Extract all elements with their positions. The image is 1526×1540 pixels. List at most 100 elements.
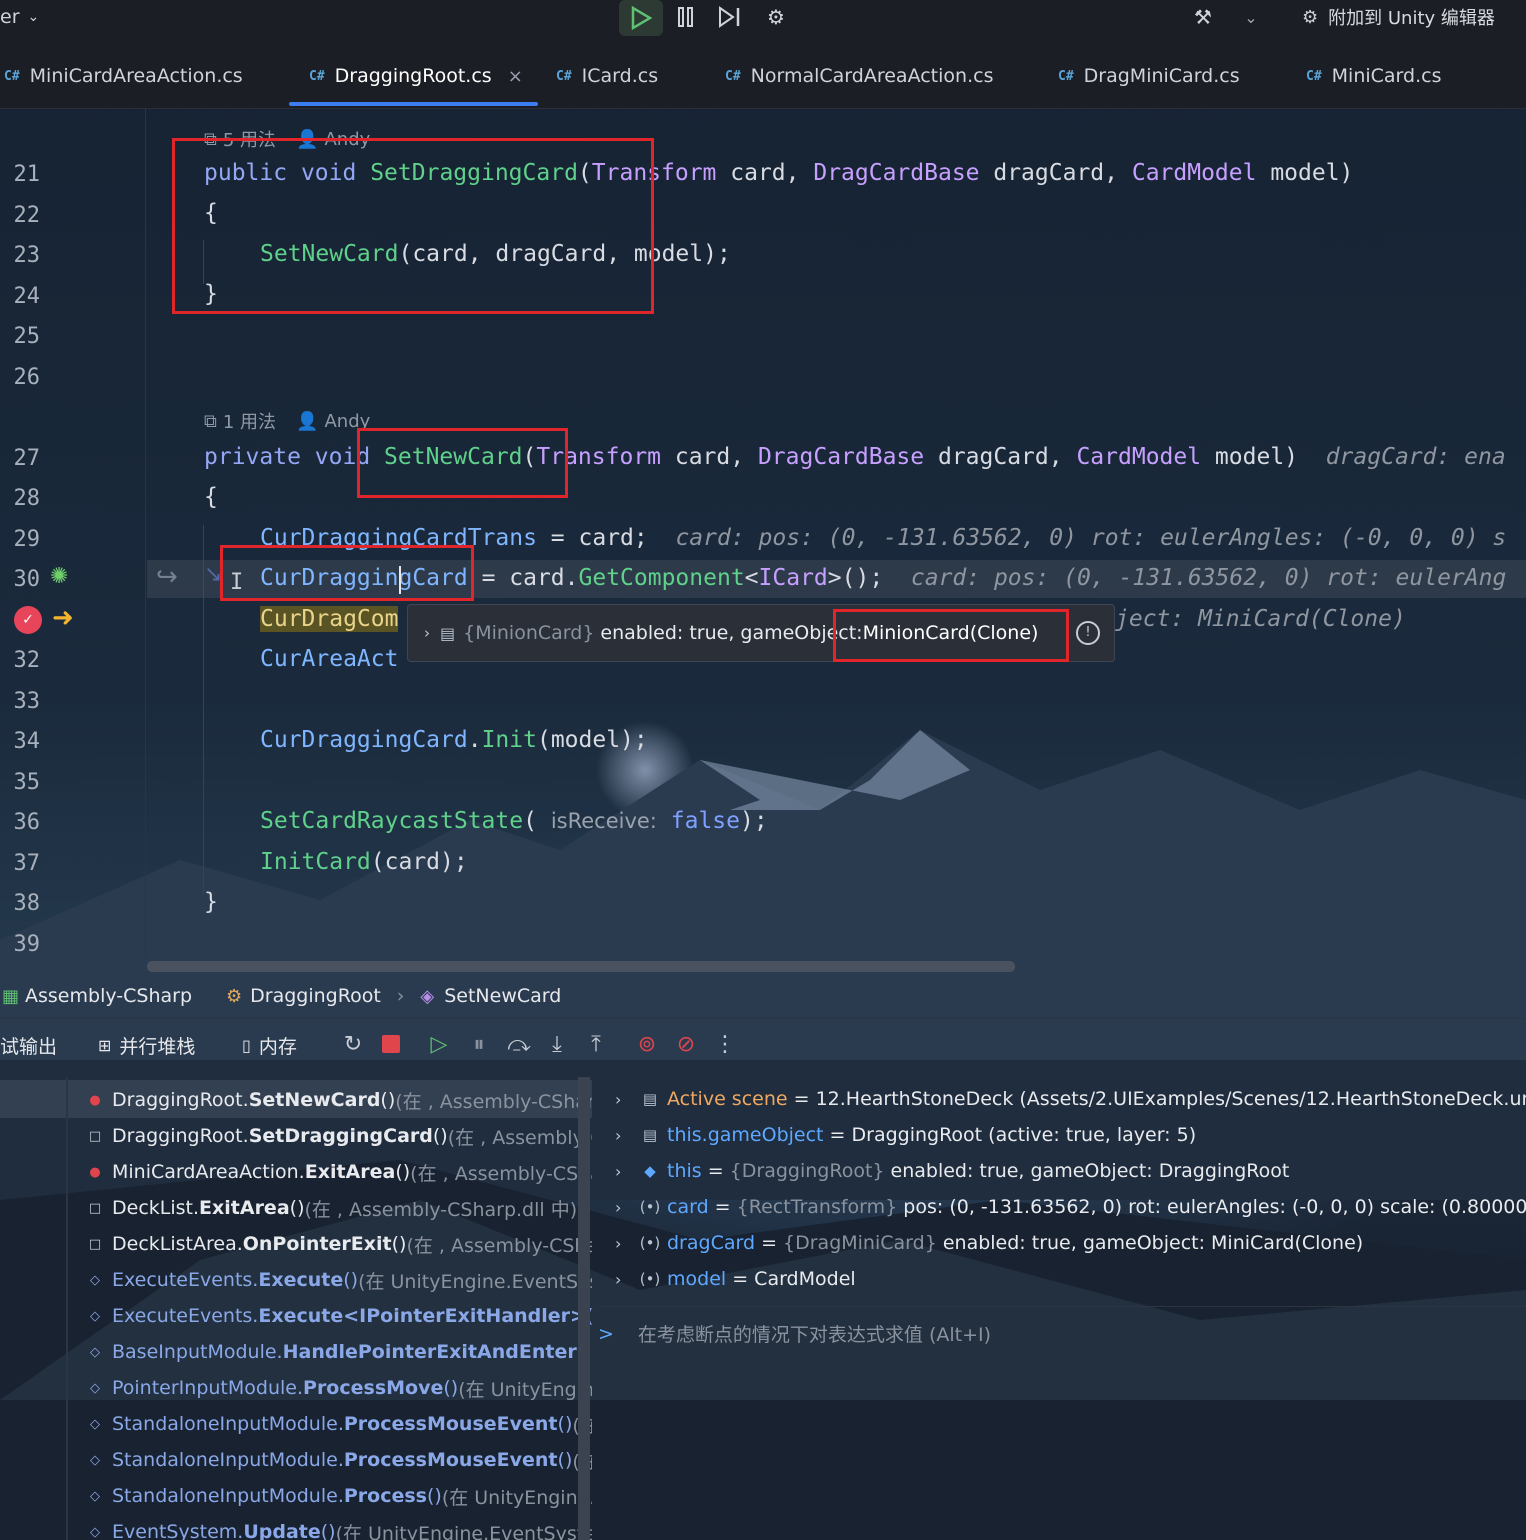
memory-tab[interactable]: ▯ 内存 — [242, 1032, 297, 1059]
stack-frame[interactable]: □ DeckList. ExitArea() (在 , Assembly-CShar… — [88, 1191, 577, 1225]
line-number: 36 — [13, 810, 41, 835]
variable-row[interactable]: › (•) card = {RectTransform} pos: (0, -131… — [615, 1190, 1526, 1224]
debug-bug-icon[interactable]: ✺ — [50, 564, 78, 592]
code-line-36[interactable]: SetCardRaycastState( isReceive: false); — [260, 808, 768, 834]
build-button[interactable]: ⚒ — [1190, 0, 1216, 34]
step-over-button[interactable]: ⤼ — [506, 1026, 532, 1062]
frame-external-code-icon: ◇ — [90, 1308, 100, 1324]
step-over-icon: ⤼ — [507, 1031, 531, 1057]
resume-program-button[interactable]: ▷ — [426, 1026, 452, 1062]
tab-icard[interactable]: C# ICard.cs — [556, 44, 658, 108]
parallel-stacks-tab[interactable]: ⊞ 并行堆栈 — [98, 1032, 195, 1059]
variable-type: {DragMiniCard} — [783, 1232, 937, 1254]
line-number: 38 — [13, 891, 41, 916]
pause-program-button[interactable]: ⏸ — [468, 1026, 490, 1062]
tab-label: MiniCardAreaAction.cs — [29, 65, 243, 87]
frame-class: StandaloneInputModule. — [112, 1413, 344, 1435]
stack-frame[interactable]: ● MiniCardAreaAction. ExitArea() (在 , Asse… — [88, 1155, 592, 1189]
stack-frame[interactable]: ● DraggingRoot. SetNewCard() (在 , Assembly… — [88, 1083, 592, 1117]
stack-frame[interactable]: □ DeckListArea. OnPointerExit() (在 , Assem… — [88, 1227, 592, 1261]
evaluate-expression-input[interactable]: > 在考虑断点的情况下对表达式求值 (Alt+I) — [598, 1320, 991, 1347]
stack-frame[interactable]: ◇ StandaloneInputModule. ProcessMouseEvent… — [88, 1443, 592, 1477]
tab-minicardareaaction[interactable]: C# MiniCardAreaAction.cs — [4, 44, 243, 108]
debug-output-tab[interactable]: 试输出 — [0, 1032, 57, 1059]
variable-value: DraggingRoot (active: true, layer: 5) — [851, 1124, 1197, 1146]
tab-label: NormalCardAreaAction.cs — [750, 65, 994, 87]
code-line-28[interactable]: { — [204, 484, 218, 510]
frame-args: () — [432, 1125, 448, 1147]
annotation-box-setnewcard — [357, 428, 568, 498]
csharp-file-icon: C# — [556, 68, 572, 84]
stack-frame[interactable]: ◇ PointerInputModule. ProcessMove() (在 Uni… — [88, 1371, 592, 1405]
tab-minicard[interactable]: C# MiniCard.cs — [1306, 44, 1441, 108]
variable-type: {DraggingRoot} — [729, 1160, 885, 1182]
more-options-button[interactable]: ⋮ — [714, 1026, 736, 1062]
stack-frame[interactable]: ◇ EventSystem. Update() (在 UnityEngine.Eve… — [88, 1515, 592, 1540]
frame-method: ProcessMove — [303, 1377, 444, 1399]
frame-breakpoint-icon: ● — [89, 1164, 101, 1180]
tab-draggingroot[interactable]: C# DraggingRoot.cs × — [309, 44, 523, 108]
stack-frame[interactable]: ◇ ExecuteEvents. Execute() (在 UnityEngine.… — [88, 1263, 592, 1297]
variable-row[interactable]: › ◆ this = {DraggingRoot} enabled: true, g… — [615, 1154, 1289, 1188]
code-line-32[interactable]: CurAreaAct — [260, 646, 398, 672]
rerun-button[interactable]: ↻ — [340, 1026, 366, 1062]
annotation-box-setdraggingcard — [172, 138, 654, 314]
resume-button[interactable] — [619, 0, 663, 36]
expand-chevron-icon[interactable]: › — [615, 1090, 637, 1109]
line-number: 35 — [13, 770, 41, 795]
tab-dragminicard[interactable]: C# DragMiniCard.cs — [1058, 44, 1240, 108]
code-line-38[interactable]: } — [204, 889, 218, 915]
frame-args: () — [380, 1089, 396, 1111]
this-icon: ◆ — [644, 1162, 656, 1180]
expand-chevron-icon[interactable]: › — [615, 1198, 637, 1217]
variable-row[interactable]: › (•) model = CardModel — [615, 1262, 856, 1296]
expand-chevron-icon[interactable]: › — [615, 1162, 637, 1181]
more-dropdown-button[interactable]: ⌄ — [1240, 0, 1262, 34]
code-line-31-partial[interactable]: CurDragCom — [260, 606, 399, 632]
expand-chevron-icon[interactable]: › — [424, 624, 430, 642]
horizontal-scrollbar[interactable] — [147, 961, 1015, 972]
breadcrumb-assembly[interactable]: Assembly-CSharp — [25, 985, 192, 1007]
line-number: 21 — [13, 162, 41, 187]
mute-breakpoints-button[interactable]: ⊘ — [674, 1026, 698, 1062]
variable-row[interactable]: › ▤ this.gameObject = DraggingRoot (active… — [615, 1118, 1196, 1152]
play-icon — [631, 6, 652, 30]
tab-normalcardareaaction[interactable]: C# NormalCardAreaAction.cs — [725, 44, 993, 108]
frame-location: (在 , Assembly-CSha — [410, 1162, 592, 1185]
inline-debug-value: card: pos: (0, -131.63562, 0) rot: euler… — [675, 525, 1507, 551]
code-line-34[interactable]: CurDraggingCard.Init(model); — [260, 727, 648, 753]
frame-class: PointerInputModule. — [112, 1377, 304, 1399]
info-icon[interactable]: ! — [1076, 621, 1100, 645]
stack-frame[interactable]: ◇ ExecuteEvents. Execute<IPointerExitHandl… — [88, 1299, 592, 1333]
frame-args: () — [395, 1161, 411, 1183]
expand-chevron-icon[interactable]: › — [615, 1234, 637, 1253]
expand-chevron-icon[interactable]: › — [615, 1270, 637, 1289]
stack-frame[interactable]: ◇ StandaloneInputModule. ProcessMouseEvent… — [88, 1407, 592, 1441]
code-line-37[interactable]: InitCard(card); — [260, 849, 468, 875]
attach-to-unity-button[interactable]: ⚙ 附加到 Unity 编辑器 — [1302, 0, 1522, 34]
step-into-button[interactable]: ⤓ — [546, 1026, 568, 1062]
eval-placeholder: 在考虑断点的情况下对表达式求值 (Alt+I) — [637, 1324, 992, 1346]
breakpoint-icon[interactable]: ✓ — [14, 606, 42, 634]
frame-method: SetDraggingCard — [248, 1125, 433, 1147]
variable-row[interactable]: › ▤ Active scene = 12.HearthStoneDeck (Ass… — [615, 1082, 1526, 1116]
debug-settings-button[interactable]: ⚙ — [760, 0, 792, 34]
pause-button[interactable] — [674, 0, 698, 34]
stack-frame[interactable]: □ DraggingRoot. SetDraggingCard() (在 , Ass… — [88, 1119, 592, 1153]
stop-button[interactable] — [380, 1026, 402, 1062]
breadcrumb-method[interactable]: SetNewCard — [444, 985, 561, 1007]
close-icon[interactable]: × — [508, 66, 523, 87]
view-breakpoints-button[interactable]: ⊚ — [634, 1026, 660, 1062]
frame-location: (在 UnityEngine.EventSyst — [358, 1270, 592, 1293]
stack-frame[interactable]: ◇ StandaloneInputModule. Process() (在 Unit… — [88, 1479, 592, 1513]
run-config-selector[interactable]: er ⌄ — [0, 0, 44, 34]
expand-chevron-icon[interactable]: › — [615, 1126, 637, 1145]
breadcrumb-class[interactable]: DraggingRoot — [250, 985, 381, 1007]
step-out-button[interactable]: ⤒ — [585, 1026, 607, 1062]
usage-hint[interactable]: ⧉ 1 用法 👤 Andy — [204, 408, 370, 434]
stack-frame[interactable]: ◇ BaseInputModule. HandlePointerExitAndEnt… — [88, 1335, 592, 1369]
variable-row[interactable]: › (•) dragCard = {DragMiniCard} enabled: t… — [615, 1226, 1363, 1260]
frames-scrollbar[interactable] — [578, 1077, 590, 1540]
step-button[interactable] — [716, 0, 744, 34]
stop-icon — [382, 1035, 400, 1053]
